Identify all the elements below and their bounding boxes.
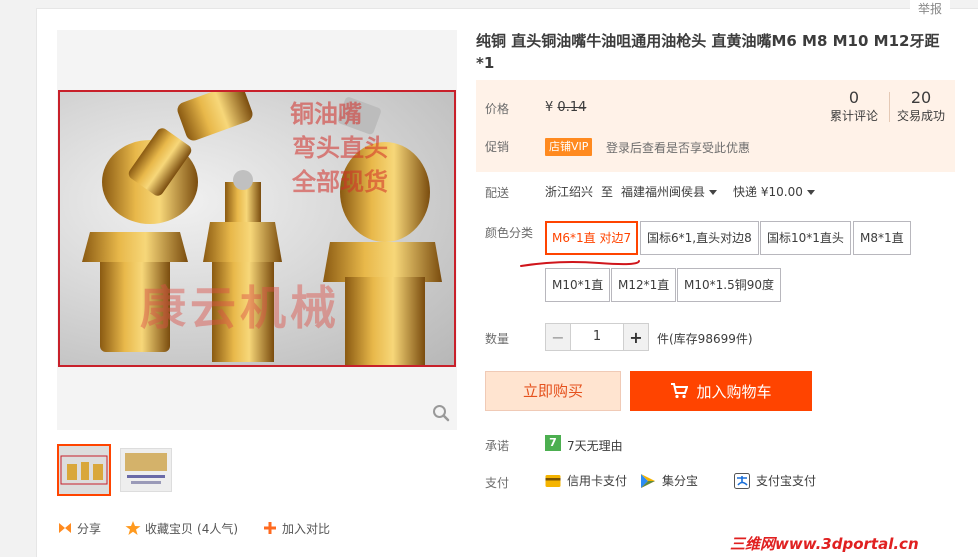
plus-icon bbox=[264, 522, 277, 534]
payment-jifenbao: 集分宝 bbox=[662, 474, 699, 488]
reviews-count: 0 bbox=[848, 88, 860, 107]
payment-method: 信用卡支付 bbox=[545, 472, 627, 489]
delivery-destination: 福建福州闽侯县 bbox=[621, 185, 706, 199]
delivery-from: 浙江绍兴 bbox=[545, 185, 594, 199]
reviews-stat[interactable]: 0 累计评论 bbox=[826, 88, 882, 124]
thumbnail-1[interactable] bbox=[57, 444, 111, 496]
payment-label: 支付 bbox=[485, 476, 510, 490]
sku-option[interactable]: M12*1直 bbox=[611, 268, 677, 302]
sales-count: 20 bbox=[910, 88, 932, 107]
share-label: 分享 bbox=[77, 521, 102, 536]
product-photo[interactable]: 铜油嘴 弯头直头 全部现货 康云机械 bbox=[58, 90, 456, 367]
quantity-stock: 件(库存98699件) bbox=[657, 332, 753, 346]
favorite-count: (4人气) bbox=[197, 521, 239, 536]
payment-method: 集分宝 bbox=[640, 472, 698, 489]
red-underline-annotation bbox=[520, 260, 640, 267]
sku-option[interactable]: M8*1直 bbox=[853, 221, 911, 255]
add-to-cart-button[interactable]: 加入购物车 bbox=[630, 371, 812, 411]
sku-option[interactable]: M10*1.5铜90度 bbox=[677, 268, 781, 302]
share-icon bbox=[59, 523, 71, 533]
buy-now-button[interactable]: 立即购买 bbox=[485, 371, 621, 411]
price-number: 0.14 bbox=[557, 100, 587, 115]
stat-divider bbox=[889, 92, 890, 122]
sku-option[interactable]: 国标10*1直头 bbox=[760, 221, 851, 255]
chevron-down-icon bbox=[709, 190, 718, 195]
zoom-icon[interactable] bbox=[432, 404, 450, 422]
photo-text-line-1: 铜油嘴 bbox=[290, 99, 362, 128]
promise-text[interactable]: 7天无理由 bbox=[567, 437, 623, 454]
price-currency: ¥ bbox=[545, 100, 554, 115]
shipping-fee: 快递 ¥10.00 bbox=[733, 185, 803, 199]
delivery-to-word: 至 bbox=[601, 185, 614, 199]
payment-alipay: 支付宝支付 bbox=[756, 474, 817, 488]
alipay-icon bbox=[734, 472, 750, 489]
favorite-label: 收藏宝贝 bbox=[145, 521, 194, 536]
promise-label: 承诺 bbox=[485, 439, 510, 453]
delivery-row: 浙江绍兴 至 福建福州闽侯县 快递 ¥10.00 bbox=[545, 183, 815, 200]
add-to-cart-label: 加入购物车 bbox=[696, 382, 772, 401]
payment-method: 支付宝支付 bbox=[734, 472, 816, 489]
sales-stat: 20 交易成功 bbox=[893, 88, 949, 124]
quantity-stepper: − 1 + bbox=[545, 323, 649, 351]
payment-credit-card: 信用卡支付 bbox=[567, 474, 628, 488]
delivery-destination-select[interactable]: 福建福州闽侯县 bbox=[621, 183, 718, 200]
photo-text-line-3: 全部现货 bbox=[292, 167, 388, 196]
price-box bbox=[476, 80, 955, 172]
sales-label: 交易成功 bbox=[896, 109, 945, 123]
quantity-decrease-button[interactable]: − bbox=[545, 323, 571, 351]
star-icon bbox=[125, 521, 141, 535]
quantity-increase-button[interactable]: + bbox=[623, 323, 649, 351]
thumbnail-2[interactable] bbox=[120, 448, 172, 492]
compare-label: 加入对比 bbox=[282, 521, 331, 536]
credit-card-icon bbox=[545, 474, 561, 487]
favorite-action[interactable]: 收藏宝贝 (4人气) bbox=[125, 520, 238, 537]
compare-action[interactable]: 加入对比 bbox=[262, 520, 330, 537]
sku-option[interactable]: 国标6*1,直头对边8 bbox=[640, 221, 759, 255]
shipping-select[interactable]: 快递 ¥10.00 bbox=[733, 183, 815, 200]
chevron-down-icon bbox=[806, 190, 815, 195]
jifenbao-icon bbox=[641, 473, 655, 488]
sku-option-selected[interactable]: M6*1直 对边7 bbox=[545, 221, 639, 255]
report-link[interactable]: 举报 bbox=[910, 0, 950, 18]
product-title: 纯铜 直头铜油嘴牛油咀通用油枪头 直黄油嘴M6 M8 M10 M12牙距*1 bbox=[476, 32, 940, 72]
cart-icon bbox=[671, 383, 689, 399]
site-watermark: 三维网www.3dportal.cn bbox=[730, 535, 919, 553]
sku-option[interactable]: M10*1直 bbox=[545, 268, 611, 302]
quantity-input[interactable]: 1 bbox=[571, 323, 623, 351]
promo-label: 促销 bbox=[485, 140, 510, 154]
bottom-actions: 分享 收藏宝贝 (4人气) 加入对比 bbox=[57, 518, 330, 538]
price-value: ¥ 0.14 bbox=[545, 100, 586, 115]
photo-text-line-2: 弯头直头 bbox=[292, 133, 388, 162]
vip-badge: 店铺VIP bbox=[545, 138, 593, 156]
price-label: 价格 bbox=[485, 102, 510, 116]
delivery-label: 配送 bbox=[485, 186, 510, 200]
reviews-label: 累计评论 bbox=[829, 109, 878, 123]
promo-text[interactable]: 登录后查看是否享受此优惠 bbox=[606, 139, 750, 156]
sku-label: 颜色分类 bbox=[485, 226, 534, 240]
share-action[interactable]: 分享 bbox=[57, 520, 101, 537]
quantity-label: 数量 bbox=[485, 332, 510, 346]
seven-day-icon: 7 bbox=[545, 435, 561, 451]
photo-watermark: 康云机械 bbox=[140, 281, 340, 335]
